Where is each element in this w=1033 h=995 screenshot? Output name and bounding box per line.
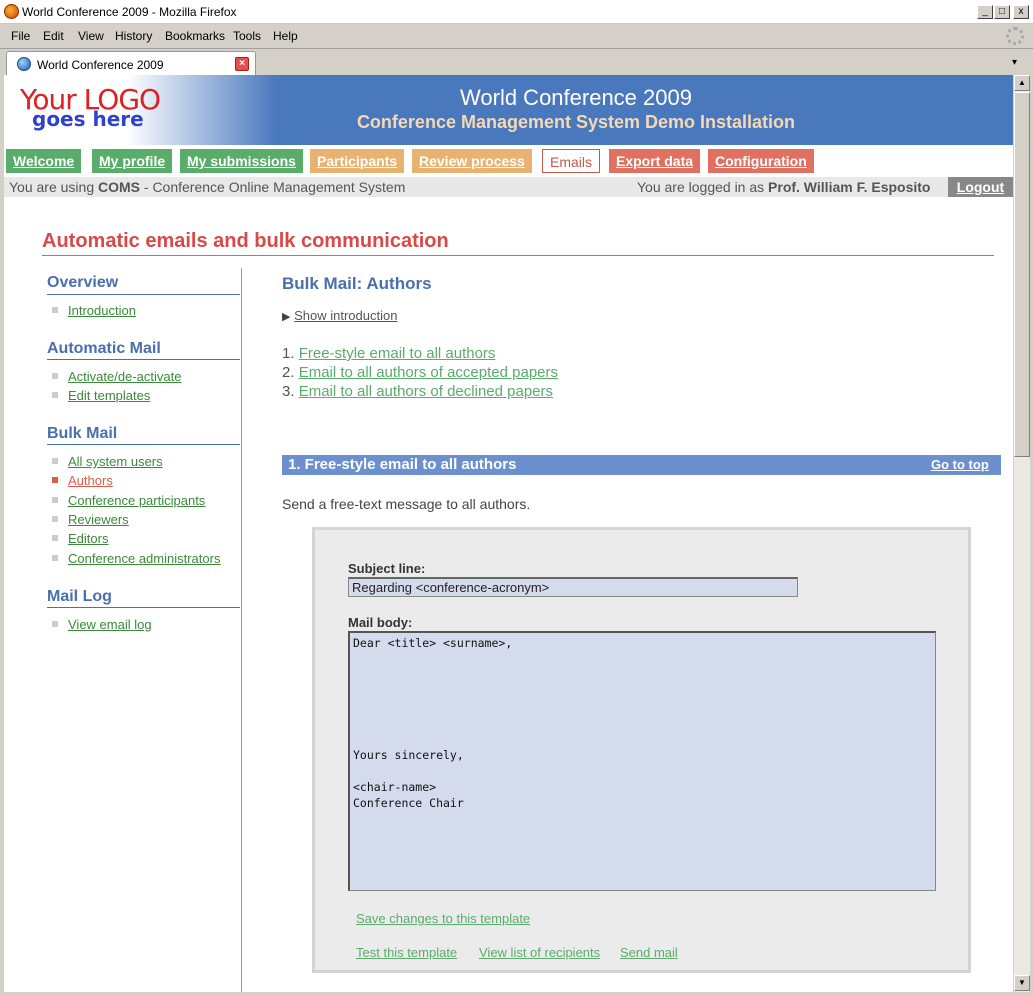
bullet-icon [52,497,58,503]
bullet-icon [52,373,58,379]
scroll-down-icon[interactable]: ▼ [1014,975,1030,991]
sidebar-item-introduction[interactable]: Introduction [68,303,136,318]
scroll-up-icon[interactable]: ▲ [1014,75,1030,91]
sidebar-item-reviewers[interactable]: Reviewers [68,512,129,527]
sidebar-item-view-email-log[interactable]: View email log [68,617,152,632]
menu-edit[interactable]: Edit [43,29,64,43]
tab-bar: World Conference 2009 × ▾ [0,48,1033,75]
tab-close-icon[interactable]: × [235,57,249,71]
site-title: World Conference 2009 [460,85,692,110]
nav-tab-emails[interactable]: Emails [542,149,601,173]
nav-tab-my-profile[interactable]: My profile [92,149,173,173]
status-app-name: COMS [98,179,140,195]
nav-tab-my-submissions[interactable]: My submissions [180,149,303,173]
menu-help[interactable]: Help [273,29,298,43]
sidebar-item-edit-templates[interactable]: Edit templates [68,388,150,403]
window-title: World Conference 2009 - Mozilla Firefox [22,5,237,19]
page-title: Automatic emails and bulk communication [42,230,449,252]
sidebar-heading-bulk-mail: Bulk Mail [47,425,118,442]
throbber-icon [1006,27,1024,45]
option-item: 1. Free-style email to all authors [282,345,496,362]
nav-tab-review-process[interactable]: Review process [412,149,532,173]
sidebar-divider [47,444,240,445]
logo-line2: goes here [32,107,144,131]
site-subtitle: Conference Management System Demo Instal… [356,112,796,132]
subject-input[interactable]: Regarding <conference-acronym> [348,577,798,597]
section-description: Send a free-text message to all authors. [282,496,531,512]
page-viewport: Your LOGO goes here World Conference 200… [4,75,1013,992]
vertical-scrollbar[interactable]: ▲ ▼ [1013,75,1030,992]
status-user-name: Prof. William F. Esposito [768,179,931,195]
sidebar-heading-mail-log: Mail Log [47,588,112,605]
send-mail-link[interactable]: Send mail [620,945,678,960]
sidebar-item-activate[interactable]: Activate/de-activate [68,369,181,384]
nav-tab-export-data[interactable]: Export data [609,149,701,173]
save-template-link[interactable]: Save changes to this template [356,911,530,926]
sidebar-divider-vertical [241,268,242,992]
sidebar-heading-automatic-mail: Automatic Mail [47,340,161,357]
menu-tools[interactable]: Tools [233,29,261,43]
menu-file[interactable]: File [11,29,30,43]
sidebar-item-all-system-users[interactable]: All system users [68,454,163,469]
option-item: 2. Email to all authors of accepted pape… [282,364,559,381]
go-to-top-link[interactable]: Go to top [931,457,989,472]
site-banner: Your LOGO goes here World Conference 200… [4,75,1013,145]
sidebar-item-authors[interactable]: Authors [68,473,113,488]
page-title-divider [42,255,994,256]
option-link-accepted[interactable]: Email to all authors of accepted papers [299,364,558,381]
bullet-icon [52,516,58,522]
option-link-free-style[interactable]: Free-style email to all authors [299,345,496,362]
maximize-button[interactable]: □ [994,5,1010,19]
menu-bookmarks[interactable]: Bookmarks [165,29,225,43]
nav-tab-participants[interactable]: Participants [310,149,405,173]
sidebar-divider [47,359,240,360]
sidebar-item-editors[interactable]: Editors [68,531,108,546]
window-titlebar: World Conference 2009 - Mozilla Firefox … [0,0,1033,24]
bullet-icon [52,307,58,313]
scrollbar-thumb[interactable] [1014,92,1030,457]
view-recipients-link[interactable]: View list of recipients [479,945,600,960]
browser-tab-label: World Conference 2009 [37,58,164,72]
bullet-icon [52,535,58,541]
content-heading: Bulk Mail: Authors [282,274,432,293]
logout-button[interactable]: Logout [948,177,1013,197]
bullet-icon [52,621,58,627]
body-label: Mail body: [348,615,413,630]
mail-body-textarea[interactable]: Dear <title> <surname>, Yours sincerely,… [348,631,936,891]
bullet-active-icon [52,477,58,483]
bullet-icon [52,555,58,561]
status-user-info: You are logged in as Prof. William F. Es… [637,179,931,195]
nav-tab-configuration[interactable]: Configuration [708,149,814,173]
mail-form: Subject line: Regarding <conference-acro… [312,527,971,973]
nav-tab-welcome[interactable]: Welcome [6,149,82,173]
globe-icon [17,57,31,71]
section-header: 1. Free-style email to all authors Go to… [282,455,1001,475]
status-bar: You are using COMS - Conference Online M… [4,177,1013,197]
sidebar-item-conference-participants[interactable]: Conference participants [68,493,205,508]
browser-tab[interactable]: World Conference 2009 × [6,51,256,75]
logo: Your LOGO goes here [4,75,276,145]
menu-history[interactable]: History [115,29,152,43]
test-template-link[interactable]: Test this template [356,945,457,960]
menu-view[interactable]: View [78,29,104,43]
bullet-icon [52,458,58,464]
option-item: 3. Email to all authors of declined pape… [282,383,553,400]
sidebar-divider [47,294,240,295]
close-button[interactable]: x [1013,5,1029,19]
option-link-declined[interactable]: Email to all authors of declined papers [299,383,553,400]
triangle-right-icon: ▶ [282,311,291,323]
firefox-icon [4,4,19,19]
bullet-icon [52,392,58,398]
tab-list-arrow-icon[interactable]: ▾ [1012,57,1017,68]
show-introduction-toggle[interactable]: ▶ Show introduction [282,308,397,323]
menu-bar: File Edit View History Bookmarks Tools H… [0,25,1033,47]
sidebar-item-conference-administrators[interactable]: Conference administrators [68,551,220,566]
sidebar-divider [47,607,240,608]
minimize-button[interactable]: _ [977,5,993,19]
sidebar-heading-overview: Overview [47,274,119,291]
section-title: 1. Free-style email to all authors [288,456,517,473]
subject-label: Subject line: [348,561,426,576]
status-app-info: You are using COMS - Conference Online M… [9,179,406,195]
